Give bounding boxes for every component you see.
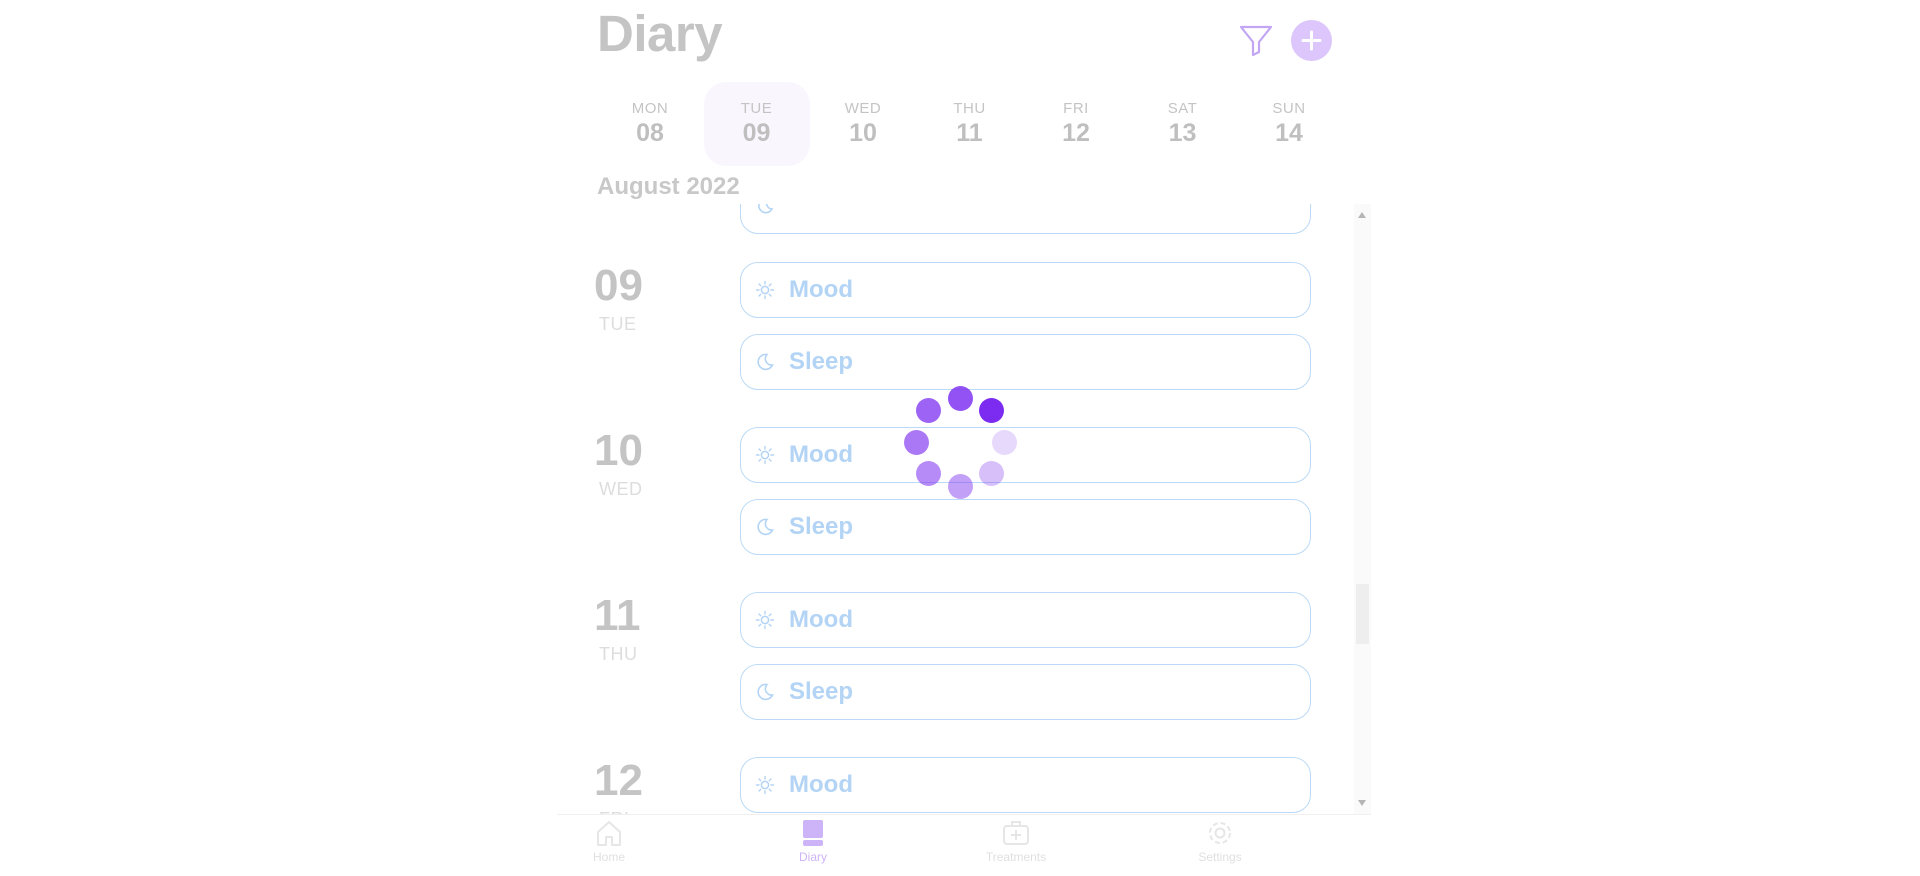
nav-label: Diary (798, 850, 827, 864)
week-day-mon[interactable]: MON 08 (597, 82, 703, 166)
week-day-name: TUE (740, 100, 773, 117)
bottom-nav: Home Diary Treatments Settings (557, 814, 1371, 876)
diary-entry-mood[interactable]: Mood (740, 757, 1311, 813)
moon-icon (758, 204, 774, 214)
diary-entry-mood[interactable]: Mood (740, 592, 1311, 648)
medical-kit-icon (1003, 821, 1029, 845)
week-day-name: THU (953, 100, 986, 117)
nav-label: Settings (1198, 850, 1242, 864)
moon-icon (757, 353, 774, 371)
spinner-dot (903, 429, 929, 455)
week-day-name: SUN (1272, 100, 1306, 117)
entry-label: Sleep (789, 678, 854, 705)
entry-label: Mood (789, 441, 853, 468)
month-label: August 2022 (597, 173, 740, 200)
day-number: 11 (594, 591, 641, 640)
week-day-number: 13 (1168, 119, 1197, 147)
week-day-sat[interactable]: SAT 13 (1130, 82, 1236, 166)
day-number: 09 (594, 261, 643, 310)
filter-button[interactable] (1236, 20, 1276, 60)
moon-icon (757, 518, 774, 536)
plus-icon (1301, 30, 1322, 51)
week-day-number: 09 (742, 119, 771, 147)
sun-icon (755, 610, 775, 630)
entry-label: Mood (789, 606, 853, 633)
nav-item-diary[interactable]: Diary (753, 817, 873, 864)
sun-icon (755, 445, 775, 465)
week-strip: MON 08 TUE 09 WED 10 THU 11 FRI 12 SAT 13 SUN 14 (597, 82, 1342, 166)
entry-label: Mood (789, 276, 853, 303)
week-day-name: FRI (1063, 100, 1089, 117)
spinner-dot (947, 473, 973, 499)
list-scrollbar[interactable] (1354, 204, 1371, 814)
week-day-fri[interactable]: FRI 12 (1023, 82, 1129, 166)
diary-entry-mood[interactable]: Mood (740, 262, 1311, 318)
week-day-number: 10 (849, 119, 877, 147)
scroll-down-arrow[interactable] (1358, 800, 1366, 806)
diary-entry-sleep[interactable]: Sleep (740, 664, 1311, 720)
loading-spinner (900, 382, 1020, 502)
day-number: 12 (594, 756, 643, 805)
nav-label: Home (592, 850, 625, 864)
week-day-tue[interactable]: TUE 09 (703, 82, 810, 166)
day-weekday: WED (599, 479, 643, 499)
sun-icon (755, 280, 775, 300)
week-day-number: 08 (636, 119, 664, 147)
nav-item-treatments[interactable]: Treatments (956, 817, 1076, 864)
scroll-up-arrow[interactable] (1358, 212, 1366, 218)
diary-entry-sleep[interactable]: Sleep (740, 499, 1311, 555)
scroll-thumb[interactable] (1356, 584, 1369, 644)
diary-entry-mood[interactable]: Mood (740, 427, 1311, 483)
filter-icon (1239, 25, 1273, 57)
spinner-dot (916, 398, 942, 424)
week-day-sun[interactable]: SUN 14 (1236, 82, 1342, 166)
book-icon (803, 820, 823, 846)
week-day-number: 14 (1275, 119, 1303, 147)
home-icon (597, 821, 621, 846)
week-day-thu[interactable]: THU 11 (917, 82, 1023, 166)
day-weekday: TUE (599, 314, 637, 334)
nav-item-settings[interactable]: Settings (1160, 817, 1280, 864)
entry-label: Mood (789, 771, 853, 798)
week-day-name: SAT (1167, 100, 1198, 117)
week-day-number: 12 (1062, 119, 1090, 147)
entry-label: Sleep (789, 348, 854, 375)
diary-entry-sleep[interactable]: Sleep (740, 334, 1311, 390)
nav-item-home[interactable]: Home (549, 817, 669, 864)
nav-label: Treatments (985, 850, 1047, 864)
week-day-wed[interactable]: WED 10 (810, 82, 916, 166)
entry-label: Sleep (789, 513, 854, 540)
spinner-dot (978, 398, 1004, 424)
spinner-dot (947, 385, 973, 411)
week-day-name: WED (844, 100, 882, 117)
day-number: 10 (594, 426, 643, 475)
diary-list[interactable]: 09 TUE Mood Sleep 10 WED Mood Sleep 11 THU Mood Sle… (557, 204, 1354, 814)
week-day-name: MON (631, 100, 669, 117)
entry-partial[interactable] (740, 204, 1311, 234)
sun-icon (755, 775, 775, 795)
page-title: Diary (597, 5, 723, 62)
spinner-dot (991, 429, 1017, 455)
day-weekday: THU (599, 644, 638, 664)
gear-icon (1209, 822, 1231, 844)
spinner-dot (916, 460, 942, 486)
moon-icon (757, 683, 774, 701)
add-entry-button[interactable] (1291, 20, 1332, 61)
week-day-number: 11 (956, 119, 983, 147)
spinner-dot (978, 460, 1004, 486)
